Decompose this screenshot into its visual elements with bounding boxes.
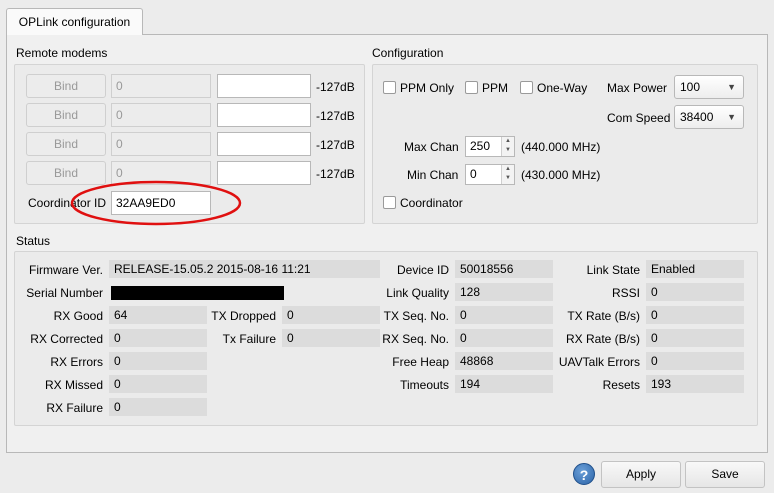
max-power-label: Max Power xyxy=(607,81,668,95)
link-quality-value: 128 xyxy=(455,283,553,301)
rx-errors-value: 0 xyxy=(109,352,207,370)
device-id-value: 50018556 xyxy=(455,260,553,278)
bind-button-2[interactable]: Bind xyxy=(26,103,106,127)
spin-arrows-icon[interactable]: ▲ ▼ xyxy=(501,137,514,156)
min-chan-spinbox[interactable]: 0 ▲ ▼ xyxy=(465,164,515,185)
remote-input-2[interactable] xyxy=(217,103,311,127)
free-heap-value: 48868 xyxy=(455,352,553,370)
ppm-only-checkbox[interactable] xyxy=(383,81,396,94)
rx-good-value: 64 xyxy=(109,306,207,324)
rx-corrected-label: RX Corrected xyxy=(30,332,103,346)
serial-number-label: Serial Number xyxy=(26,286,103,300)
remote-modems-title: Remote modems xyxy=(16,46,108,60)
uavtalk-errors-label: UAVTalk Errors xyxy=(558,355,640,369)
bind-button-1[interactable]: Bind xyxy=(26,74,106,98)
configuration-title: Configuration xyxy=(372,46,444,60)
min-chan-value: 0 xyxy=(470,167,477,181)
link-state-value: Enabled xyxy=(646,260,744,278)
max-chan-spinbox[interactable]: 250 ▲ ▼ xyxy=(465,136,515,157)
remote-input-1[interactable] xyxy=(217,74,311,98)
min-chan-label: Min Chan xyxy=(407,168,459,182)
rssi-label: RSSI xyxy=(611,286,640,300)
uavtalk-errors-value: 0 xyxy=(646,352,744,370)
min-chan-freq: (430.000 MHz) xyxy=(521,168,601,182)
rx-rate-label: RX Rate (B/s) xyxy=(565,332,640,346)
free-heap-label: Free Heap xyxy=(392,355,449,369)
max-chan-freq: (440.000 MHz) xyxy=(521,140,601,154)
device-id-label: Device ID xyxy=(396,263,449,277)
max-chan-label: Max Chan xyxy=(404,140,459,154)
resets-label: Resets xyxy=(602,378,640,392)
rx-rate-value: 0 xyxy=(646,329,744,347)
rx-good-label: RX Good xyxy=(53,309,103,323)
ppm-checkbox[interactable] xyxy=(465,81,478,94)
bind-button-3[interactable]: Bind xyxy=(26,132,106,156)
remote-id-1: 0 xyxy=(111,74,211,98)
apply-button[interactable]: Apply xyxy=(601,461,681,488)
ppm-only-label: PPM Only xyxy=(400,81,455,95)
help-icon[interactable]: ? xyxy=(573,463,595,485)
serial-number-redacted xyxy=(111,286,284,300)
coordinator-label: Coordinator xyxy=(400,196,463,210)
rx-seq-value: 0 xyxy=(455,329,553,347)
remote-input-3[interactable] xyxy=(217,132,311,156)
rx-missed-value: 0 xyxy=(109,375,207,393)
chevron-down-icon: ▼ xyxy=(727,82,736,92)
com-speed-label: Com Speed xyxy=(607,111,671,125)
timeouts-value: 194 xyxy=(455,375,553,393)
rx-seq-label: RX Seq. No. xyxy=(382,332,449,346)
rx-failure-label: RX Failure xyxy=(46,401,103,415)
one-way-label: One-Way xyxy=(537,81,588,95)
link-quality-label: Link Quality xyxy=(386,286,449,300)
tx-dropped-label: TX Dropped xyxy=(211,309,276,323)
max-power-value: 100 xyxy=(680,80,701,94)
signal-4: -127dB xyxy=(316,167,355,181)
red-highlight-ellipse xyxy=(70,180,242,226)
signal-2: -127dB xyxy=(316,109,355,123)
status-title: Status xyxy=(16,234,51,248)
max-power-select[interactable]: 100 ▼ xyxy=(674,75,744,99)
chevron-down-icon: ▼ xyxy=(727,112,736,122)
tx-dropped-value: 0 xyxy=(282,306,380,324)
link-state-label: Link State xyxy=(586,263,640,277)
signal-1: -127dB xyxy=(316,80,355,94)
rx-errors-label: RX Errors xyxy=(50,355,103,369)
tx-rate-value: 0 xyxy=(646,306,744,324)
tx-seq-value: 0 xyxy=(455,306,553,324)
com-speed-select[interactable]: 38400 ▼ xyxy=(674,105,744,129)
remote-id-3: 0 xyxy=(111,132,211,156)
coordinator-checkbox[interactable] xyxy=(383,196,396,209)
rx-missed-label: RX Missed xyxy=(44,378,103,392)
signal-3: -127dB xyxy=(316,138,355,152)
ppm-label: PPM xyxy=(482,81,509,95)
max-chan-value: 250 xyxy=(470,139,491,153)
rssi-value: 0 xyxy=(646,283,744,301)
spin-arrows-icon[interactable]: ▲ ▼ xyxy=(501,165,514,184)
tab-oplink-configuration[interactable]: OPLink configuration xyxy=(6,8,143,35)
one-way-checkbox[interactable] xyxy=(520,81,533,94)
rx-failure-value: 0 xyxy=(109,398,207,416)
resets-value: 193 xyxy=(646,375,744,393)
tx-failure-label: Tx Failure xyxy=(222,332,276,346)
save-button[interactable]: Save xyxy=(685,461,765,488)
com-speed-value: 38400 xyxy=(680,110,714,124)
rx-corrected-value: 0 xyxy=(109,329,207,347)
tx-seq-label: TX Seq. No. xyxy=(383,309,449,323)
firmware-value: RELEASE-15.05.2 2015-08-16 11:21 xyxy=(109,260,380,278)
timeouts-label: Timeouts xyxy=(400,378,449,392)
firmware-label: Firmware Ver. xyxy=(28,263,103,277)
tx-rate-label: TX Rate (B/s) xyxy=(567,309,640,323)
tx-failure-value: 0 xyxy=(282,329,380,347)
remote-id-2: 0 xyxy=(111,103,211,127)
